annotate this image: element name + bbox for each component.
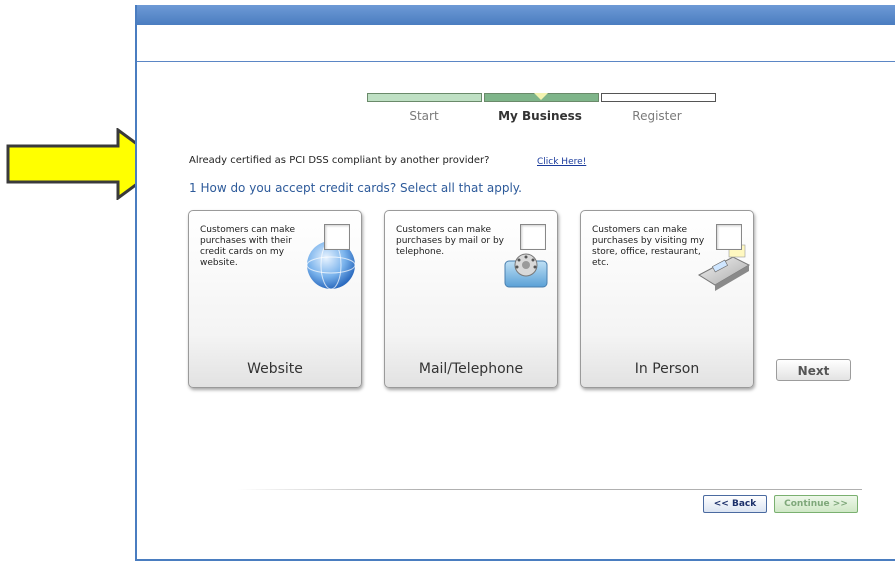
current-step-marker-icon	[534, 93, 548, 100]
step-label-my-business: My Business	[498, 109, 582, 123]
application-window: Start My Business Register Already certi…	[135, 5, 895, 561]
window-title-bar	[137, 5, 895, 25]
in-person-checkbox[interactable]	[716, 224, 742, 250]
option-title: Mail/Telephone	[418, 361, 524, 377]
option-card-in-person[interactable]: Customers can make purchases by visiting…	[580, 210, 754, 388]
progress-segment-start	[367, 93, 482, 102]
question-heading: 1 How do you accept credit cards? Select…	[189, 181, 522, 195]
footer-divider	[237, 489, 862, 490]
option-title: In Person	[634, 361, 700, 377]
mail-telephone-checkbox[interactable]	[520, 224, 546, 250]
option-card-website[interactable]: Customers can make purchases with their …	[188, 210, 362, 388]
step-label-start: Start	[409, 109, 439, 123]
continue-button[interactable]: Continue >>	[774, 495, 858, 513]
header-strip	[137, 25, 895, 62]
option-title: Website	[247, 361, 303, 377]
back-button[interactable]: << Back	[703, 495, 767, 513]
next-button[interactable]: Next	[776, 359, 851, 381]
progress-segment-register	[601, 93, 716, 102]
website-checkbox[interactable]	[324, 224, 350, 250]
option-card-mail-telephone[interactable]: Customers can make purchases by mail or …	[384, 210, 558, 388]
pci-click-here-link[interactable]: Click Here!	[537, 157, 586, 167]
pci-question-text: Already certified as PCI DSS compliant b…	[189, 155, 490, 166]
step-label-register: Register	[632, 109, 682, 123]
